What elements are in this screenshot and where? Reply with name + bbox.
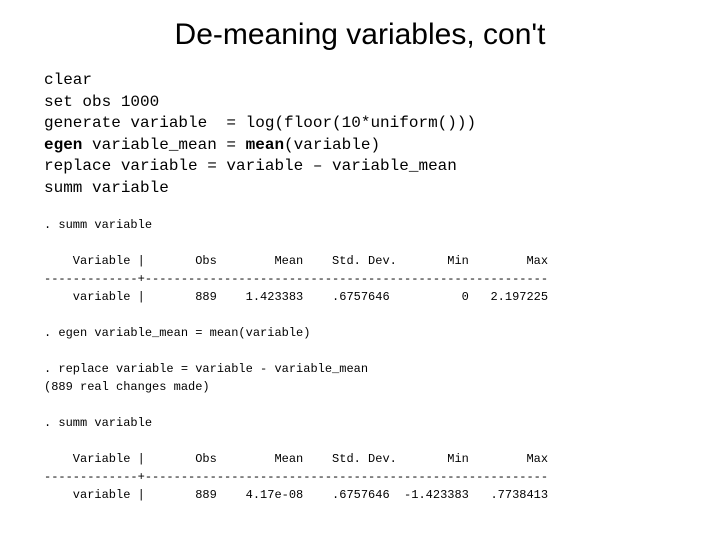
output-line: . egen variable_mean = mean(variable) (44, 326, 310, 340)
code-line: set obs 1000 (44, 93, 159, 111)
table-header: Variable | Obs Mean Std. Dev. Min Max (44, 254, 548, 268)
code-line: replace variable = variable – variable_m… (44, 157, 457, 175)
output-line: (889 real changes made) (44, 380, 210, 394)
output-line: . replace variable = variable - variable… (44, 362, 368, 376)
output-line: . summ variable (44, 218, 152, 232)
code-block: clear set obs 1000 generate variable = l… (0, 70, 720, 210)
code-keyword: mean (246, 136, 284, 154)
table-row: variable | 889 4.17e-08 .6757646 -1.4233… (44, 488, 548, 502)
output-line: . summ variable (44, 416, 152, 430)
table-separator: -------------+--------------------------… (44, 470, 548, 484)
code-line: summ variable (44, 179, 169, 197)
table-row: variable | 889 1.423383 .6757646 0 2.197… (44, 290, 548, 304)
code-line: variable_mean = (82, 136, 245, 154)
stata-output: . summ variable Variable | Obs Mean Std.… (0, 210, 720, 504)
code-line: generate variable = log(floor(10*uniform… (44, 114, 476, 132)
code-line: (variable) (284, 136, 380, 154)
code-keyword: egen (44, 136, 82, 154)
page-title: De-meaning variables, con't (0, 10, 720, 70)
table-header: Variable | Obs Mean Std. Dev. Min Max (44, 452, 548, 466)
table-separator: -------------+--------------------------… (44, 272, 548, 286)
code-line: clear (44, 71, 92, 89)
